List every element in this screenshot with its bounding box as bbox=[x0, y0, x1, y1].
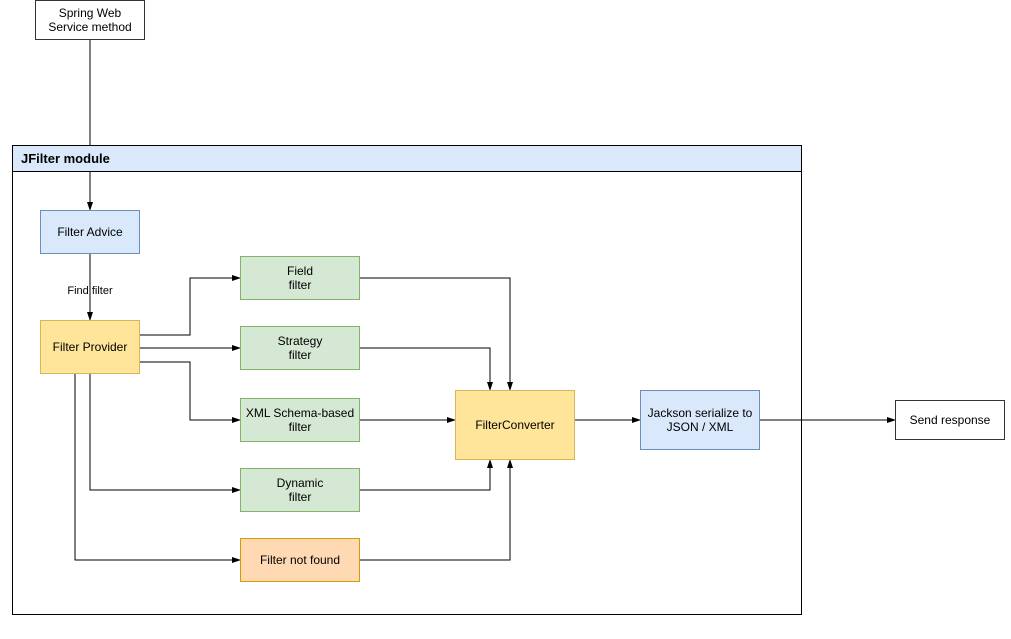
node-label: Send response bbox=[910, 413, 991, 427]
diagram-canvas: Spring Web Service method JFilter module… bbox=[0, 0, 1011, 639]
node-label: Strategyfilter bbox=[278, 334, 323, 362]
node-jackson: Jackson serialize toJSON / XML bbox=[640, 390, 760, 450]
node-label: Dynamicfilter bbox=[277, 476, 324, 504]
node-label: FilterConverter bbox=[475, 418, 554, 432]
node-label: Filter not found bbox=[260, 553, 340, 567]
node-filter-advice: Filter Advice bbox=[40, 210, 140, 254]
node-send-response: Send response bbox=[895, 400, 1005, 440]
node-label: Filter Provider bbox=[53, 340, 128, 354]
node-xml-filter: XML Schema-basedfilter bbox=[240, 398, 360, 442]
node-label: Fieldfilter bbox=[287, 264, 313, 292]
node-label: Jackson serialize toJSON / XML bbox=[648, 406, 753, 434]
edge-label-find-filter: Find filter bbox=[60, 285, 120, 297]
node-spring: Spring Web Service method bbox=[35, 0, 145, 40]
node-strategy-filter: Strategyfilter bbox=[240, 326, 360, 370]
node-label: Spring Web Service method bbox=[40, 6, 140, 34]
module-title: JFilter module bbox=[13, 146, 801, 172]
node-filter-provider: Filter Provider bbox=[40, 320, 140, 374]
node-label: XML Schema-basedfilter bbox=[246, 406, 354, 434]
node-dynamic-filter: Dynamicfilter bbox=[240, 468, 360, 512]
node-field-filter: Fieldfilter bbox=[240, 256, 360, 300]
node-filter-not-found: Filter not found bbox=[240, 538, 360, 582]
node-label: Filter Advice bbox=[57, 225, 122, 239]
node-filter-converter: FilterConverter bbox=[455, 390, 575, 460]
